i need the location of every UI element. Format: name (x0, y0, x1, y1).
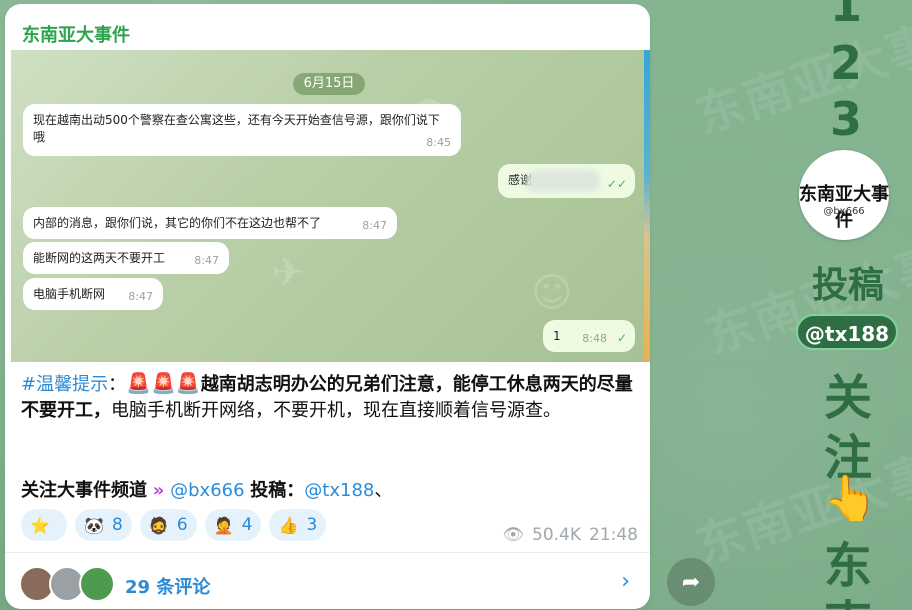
bubble-time: 8:47 (194, 254, 219, 267)
reaction-chip[interactable]: 🐼 8 (75, 509, 132, 541)
date-pill: 6月15日 (293, 73, 365, 95)
panda-icon: 🐼 (84, 515, 104, 535)
strip-number: 3 (829, 92, 862, 146)
eye-icon: 👁 (502, 525, 524, 545)
reaction-count: 3 (306, 515, 318, 535)
bubble-time: 8:48 (582, 332, 607, 345)
caption-colon: ： (108, 374, 127, 395)
bubble-text: 电脑手机断网 (33, 287, 106, 301)
post-meta: 👁 50.4K 21:48 (502, 525, 638, 545)
watermark: 东南亚大事 (689, 14, 912, 146)
watermark: 东南亚大事 (689, 444, 912, 576)
chat-bubble-out: 1 8:48 ✓ (543, 320, 635, 352)
screenshot-image[interactable]: ✿ ☂ ✈ ☺ 6月15日 现在越南出动500个警察在查公寓这些，还有今天开始查… (11, 50, 650, 362)
follow-label: 关注大事件频道 (21, 480, 147, 501)
blurred-text (526, 170, 600, 192)
bubble-time: 8:47 (128, 290, 153, 303)
chat-bubble-in: 现在越南出动500个警察在查公寓这些，还有今天开始查信号源，跟你们说下哦 8:4… (23, 104, 461, 156)
doodle: ✈ (271, 250, 305, 296)
bubble-text: 1 (553, 329, 561, 343)
handle-pill: @tx188 (796, 314, 898, 350)
message-card: 东南亚大事件 ✿ ☂ ✈ ☺ 6月15日 现在越南出动500个警察在查公寓这些，… (5, 4, 650, 609)
channel-name[interactable]: 东南亚大事件 (22, 21, 130, 47)
reactions-bar: ⭐ 🐼 8 🧔 6 🤦 4 👍 3 (21, 509, 327, 541)
follow-line: 关注大事件频道 » @bx666 投稿：@tx188、 (21, 476, 392, 502)
reaction-chip[interactable]: ⭐ (21, 509, 67, 541)
share-arrow-icon: ➦ (681, 569, 701, 595)
bubble-text: 能断网的这两天不要开工 (33, 251, 166, 265)
facepalm-icon: 🤦 (213, 515, 234, 535)
reaction-chip[interactable]: 🤦 4 (204, 509, 262, 541)
view-count: 50.4K (532, 525, 581, 545)
reaction-chip[interactable]: 🧔 6 (139, 509, 197, 541)
siren-icon: 🚨🚨🚨 (126, 371, 201, 395)
double-arrow-icon: » (152, 480, 165, 501)
chat-bubble-in: 内部的消息，跟你们说，其它的你们不在这边也帮不了 8:47 (23, 207, 397, 239)
share-button[interactable]: ➦ (667, 558, 715, 606)
strip-number: 2 (829, 36, 862, 90)
avatar (79, 566, 115, 602)
mention-link[interactable]: @tx188 (304, 480, 374, 501)
doodle: ☺ (531, 270, 573, 316)
comments-label[interactable]: 29 条评论 (125, 573, 210, 599)
post-caption: #温馨提示：🚨🚨🚨越南胡志明办公的兄弟们注意，能停工休息两天的尽量不要开工，电脑… (21, 370, 641, 424)
bubble-text: 内部的消息，跟你们说，其它的你们不在这边也帮不了 (33, 216, 322, 230)
chat-bubble-in: 电脑手机断网 8:47 (23, 278, 163, 310)
bubble-time: 8:45 (426, 136, 451, 149)
man-face-icon: 🧔 (148, 515, 169, 535)
trailing-punct: 、 (374, 480, 393, 501)
chat-bubble-in: 能断网的这两天不要开工 8:47 (23, 242, 229, 274)
strip-number: 1 (829, 0, 862, 32)
mention-link[interactable]: @bx666 (170, 480, 244, 501)
channel-logo: 东南亚大事件 @bx666 (799, 150, 889, 240)
chat-bubble-out: 感谢 ✓✓ (498, 164, 635, 198)
reaction-count: 6 (176, 515, 188, 535)
image-edge (644, 50, 650, 362)
hashtag-link[interactable]: #温馨提示 (21, 374, 108, 395)
caption-text: 电脑手机断开网络，不要开机，现在直接顺着信号源查。 (111, 400, 561, 421)
reaction-count: 4 (241, 515, 253, 535)
star-icon: ⭐ (30, 515, 50, 535)
logo-sub: @bx666 (823, 206, 865, 217)
bubble-time: 8:47 (362, 219, 387, 232)
thumbs-up-icon: 👍 (278, 515, 299, 535)
chevron-right-icon[interactable]: › (621, 569, 630, 594)
comments-row[interactable]: 29 条评论 › (5, 553, 650, 609)
strip-bottom-char: 南 (820, 584, 876, 610)
post-time: 21:48 (589, 525, 638, 545)
check-icon: ✓ (616, 331, 627, 345)
bubble-text: 现在越南出动500个警察在查公寓这些，还有今天开始查信号源，跟你们说下哦 (33, 113, 440, 144)
pointing-hand-icon: 👆 (823, 473, 878, 524)
reaction-count: 8 (112, 515, 123, 535)
strip-contribute: 投稿 (811, 265, 884, 306)
reaction-chip[interactable]: 👍 3 (269, 509, 327, 541)
contribute-label: 投稿： (250, 480, 305, 501)
double-check-icon: ✓✓ (606, 177, 627, 191)
